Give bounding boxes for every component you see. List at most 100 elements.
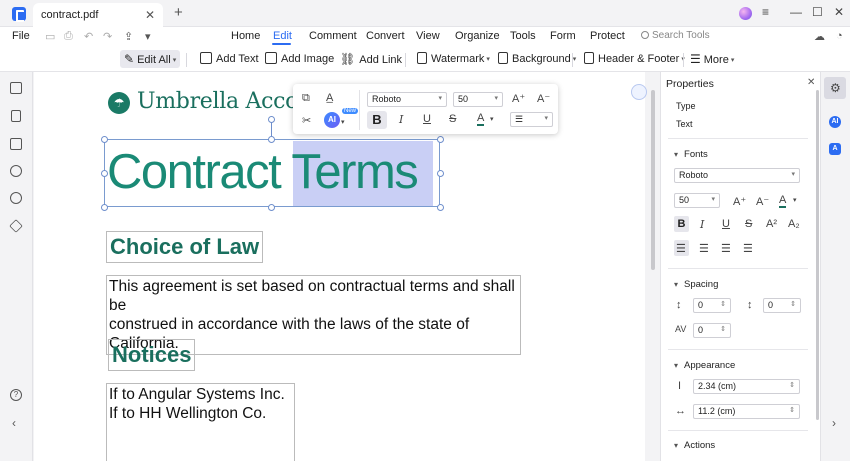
menu-convert[interactable]: Convert [366, 30, 405, 42]
maximize-icon[interactable]: ☐ [812, 5, 823, 19]
superscript-button[interactable]: A² [766, 218, 777, 230]
add-text-icon[interactable]: A̲ [326, 92, 333, 104]
align-center-icon[interactable]: ☰ [699, 242, 709, 255]
search-tools[interactable]: Search Tools [641, 30, 710, 41]
line-spacing-input[interactable]: 0 ⇕ [693, 298, 731, 313]
document-title[interactable]: Contract Terms [107, 144, 419, 200]
fonts-section-header[interactable]: Fonts [674, 149, 708, 160]
notification-icon[interactable]: ◔ [836, 30, 843, 42]
menu-file[interactable]: File [12, 30, 30, 42]
bold-button[interactable]: B [674, 216, 689, 232]
help-icon[interactable]: ? [10, 389, 22, 401]
collapse-left-icon[interactable]: ‹ [12, 416, 16, 430]
decrease-font-icon[interactable]: A⁻ [756, 195, 769, 208]
section-heading-choice-of-law[interactable]: Choice of Law [106, 231, 264, 263]
ai-icon[interactable]: AI [829, 116, 841, 128]
italic-button[interactable]: I [700, 218, 704, 231]
translate-doc-icon[interactable] [631, 84, 647, 100]
edit-all-button[interactable]: ✎ Edit All ▾ [120, 50, 181, 68]
resize-handle[interactable] [268, 136, 275, 143]
italic-button[interactable]: I [399, 113, 403, 126]
bookmark-icon[interactable] [11, 110, 21, 122]
close-icon[interactable]: ✕ [145, 8, 155, 22]
menu-icon[interactable]: ≡ [762, 5, 769, 19]
watermark-button[interactable]: Watermark ▾ [413, 50, 494, 68]
add-image-button[interactable]: Add Image [261, 50, 338, 68]
background-button[interactable]: Background ▾ [494, 50, 580, 68]
align-justify-icon[interactable]: ☰ [743, 242, 753, 255]
undo-icon[interactable]: ↶ [84, 30, 93, 43]
translate-icon[interactable]: A [829, 143, 841, 155]
collapse-right-icon[interactable]: › [832, 416, 836, 430]
alignment-select[interactable]: ☰ ▾ [510, 112, 553, 127]
strikethrough-button[interactable]: S [449, 113, 456, 125]
menu-edit[interactable]: Edit [273, 30, 292, 42]
paragraph-spacing-input[interactable]: 0 ⇕ [763, 298, 801, 313]
font-family-select[interactable]: Roboto ▾ [674, 168, 800, 183]
paragraph-notices[interactable]: If to Angular Systems Inc. If to HH Well… [106, 383, 295, 461]
menu-comment[interactable]: Comment [309, 30, 357, 42]
font-size-select[interactable]: 50 ▾ [674, 193, 720, 208]
resize-handle[interactable] [437, 170, 444, 177]
chevron-down-icon[interactable]: ▾ [341, 118, 345, 126]
close-window-icon[interactable]: ✕ [834, 5, 844, 19]
add-text-button[interactable]: Add Text [196, 50, 263, 68]
height-input[interactable]: 2.34 (cm) ⇕ [693, 379, 800, 394]
font-color-button[interactable]: A [779, 194, 787, 208]
character-spacing-input[interactable]: 0 ⇕ [693, 323, 731, 338]
properties-sliders-icon[interactable]: ⚙ [830, 81, 841, 95]
minimize-icon[interactable]: — [790, 5, 802, 19]
redo-icon[interactable]: ↷ [103, 30, 112, 43]
cut-icon[interactable]: ✂ [302, 114, 311, 127]
resize-handle[interactable] [101, 204, 108, 211]
font-size-select[interactable]: 50 ▾ [453, 92, 503, 107]
underline-button[interactable]: U [722, 218, 730, 230]
rotate-handle[interactable] [268, 116, 275, 123]
close-icon[interactable]: ✕ [807, 77, 815, 88]
appearance-section-header[interactable]: Appearance [674, 360, 735, 371]
underline-button[interactable]: U [423, 113, 431, 125]
increase-font-icon[interactable]: A⁺ [512, 92, 525, 105]
width-input[interactable]: 11.2 (cm) ⇕ [693, 404, 800, 419]
align-left-icon[interactable]: ☰ [676, 242, 686, 255]
canvas-scrollbar[interactable] [651, 90, 655, 270]
increase-font-icon[interactable]: A⁺ [733, 195, 746, 208]
menu-tools[interactable]: Tools [510, 30, 536, 42]
document-tab[interactable]: contract.pdf ✕ [33, 3, 163, 27]
add-link-button[interactable]: ⛓ Add Link [336, 50, 406, 68]
bold-button[interactable]: B [367, 111, 387, 129]
font-color-button[interactable]: A [477, 112, 485, 126]
more-button[interactable]: ☰ More ▾ [686, 50, 738, 68]
ai-assistant-icon[interactable]: AI [324, 112, 340, 128]
pages-icon[interactable] [10, 82, 22, 94]
resize-handle[interactable] [101, 170, 108, 177]
align-right-icon[interactable]: ☰ [721, 242, 731, 255]
chevron-down-icon[interactable]: ▾ [793, 196, 797, 204]
resize-handle[interactable] [437, 204, 444, 211]
print-icon[interactable]: ⎙ [64, 30, 73, 43]
search-icon[interactable] [10, 192, 22, 204]
menu-organize[interactable]: Organize [455, 30, 500, 42]
resize-handle[interactable] [268, 204, 275, 211]
brand-name[interactable]: Umbrella Accou [137, 89, 312, 114]
attachment-icon[interactable] [10, 165, 22, 177]
menu-form[interactable]: Form [550, 30, 576, 42]
strikethrough-button[interactable]: S [745, 218, 752, 230]
resize-handle[interactable] [437, 136, 444, 143]
header-footer-button[interactable]: Header & Footer▾ [580, 50, 689, 68]
menu-protect[interactable]: Protect [590, 30, 625, 42]
menu-view[interactable]: View [416, 30, 440, 42]
cloud-upload-icon[interactable]: ☁ [814, 30, 825, 43]
chevron-down-icon[interactable]: ▾ [145, 30, 151, 43]
spacing-section-header[interactable]: Spacing [674, 279, 718, 290]
actions-section-header[interactable]: Actions [674, 440, 715, 451]
save-icon[interactable]: ▭ [45, 30, 55, 43]
section-heading-notices[interactable]: Notices [108, 339, 196, 371]
subscript-button[interactable]: A₂ [788, 218, 800, 230]
menu-home[interactable]: Home [231, 30, 260, 42]
avatar[interactable] [739, 7, 752, 20]
copy-format-icon[interactable]: ⧉ [302, 92, 310, 105]
chevron-down-icon[interactable]: ▾ [490, 115, 494, 123]
resize-handle[interactable] [101, 136, 108, 143]
share-icon[interactable]: ⇪ [124, 30, 133, 43]
